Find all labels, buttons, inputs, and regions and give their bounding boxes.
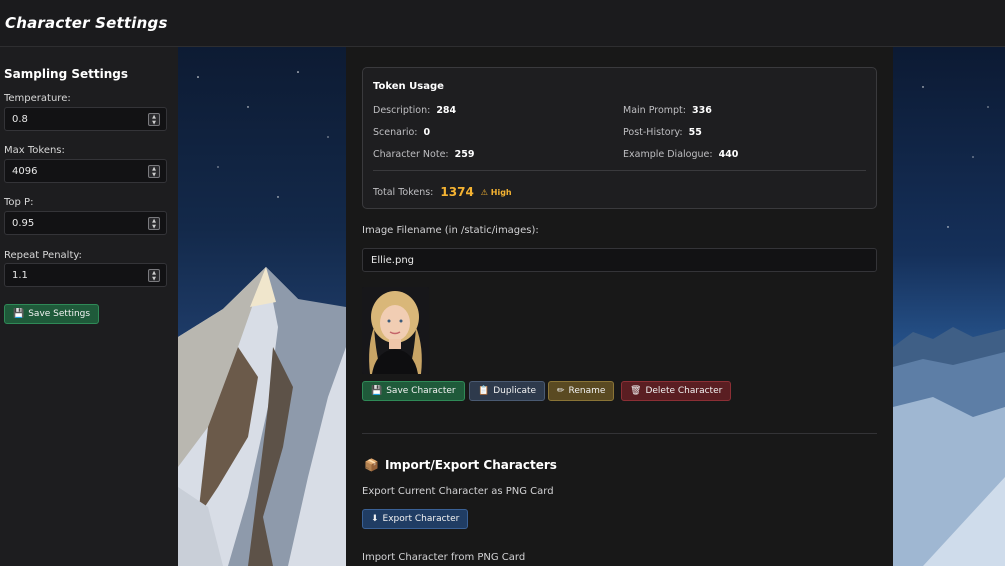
image-filename-input[interactable]: Ellie.png <box>362 248 877 272</box>
export-character-button[interactable]: ⬇ Export Character <box>362 509 469 529</box>
duplicate-button[interactable]: 📋 Duplicate <box>469 381 546 401</box>
floppy-disk-icon: 💾 <box>13 308 25 319</box>
max-tokens-value: 4096 <box>12 166 38 177</box>
token-scenario-label: Scenario: <box>373 127 418 138</box>
image-filename-label: Image Filename (in /static/images): <box>362 225 539 236</box>
warning-icon: ⚠ <box>480 187 488 197</box>
token-scenario-value: 0 <box>423 127 431 138</box>
token-character-note-label: Character Note: <box>373 149 449 160</box>
rename-label: Rename <box>568 386 606 396</box>
character-editor-panel: Token Usage Description: 284 Scenario: 0 C… <box>346 47 893 566</box>
token-character-note: Character Note: 259 <box>373 149 474 160</box>
character-avatar <box>362 287 429 374</box>
token-warning-badge: ⚠ High <box>481 188 512 197</box>
sampling-settings-heading: Sampling Settings <box>4 67 129 81</box>
token-usage-title: Token Usage <box>373 81 444 92</box>
token-main-prompt-label: Main Prompt: <box>623 105 686 116</box>
character-portrait <box>362 287 429 374</box>
rename-button[interactable]: ✏ Rename <box>548 381 615 401</box>
sidebar: Sampling Settings Temperature: 0.8 ▲ ▼ Ma… <box>0 47 178 566</box>
pencil-icon: ✏ <box>557 385 565 396</box>
top-p-value: 0.95 <box>12 218 35 229</box>
mountain-illustration <box>178 71 346 566</box>
token-example-dialogue-value: 440 <box>718 149 739 160</box>
token-usage-card: Token Usage Description: 284 Scenario: 0 C… <box>362 67 877 209</box>
save-character-button[interactable]: 💾 Save Character <box>362 381 465 401</box>
token-description-label: Description: <box>373 105 431 116</box>
repeat-penalty-input[interactable]: 1.1 ▲ ▼ <box>4 263 167 287</box>
token-divider <box>373 170 866 171</box>
temperature-label: Temperature: <box>4 93 71 104</box>
max-tokens-input[interactable]: 4096 ▲ ▼ <box>4 159 167 183</box>
token-description: Description: 284 <box>373 105 456 116</box>
max-tokens-label: Max Tokens: <box>4 145 65 156</box>
repeat-penalty-spinner[interactable]: ▲ ▼ <box>148 269 160 282</box>
download-arrow-icon: ⬇ <box>371 513 379 524</box>
delete-character-button[interactable]: 🗑 Delete Character <box>621 381 732 401</box>
background-mountain-right <box>893 47 1005 566</box>
export-label: Export Current Character as PNG Card <box>362 486 554 497</box>
clipboard-icon: 📋 <box>478 385 490 396</box>
token-description-value: 284 <box>436 105 457 116</box>
token-character-note-value: 259 <box>454 149 475 160</box>
background-mountain-left <box>178 47 346 566</box>
import-label: Import Character from PNG Card <box>362 552 526 563</box>
repeat-penalty-value: 1.1 <box>12 270 28 281</box>
token-warning-text: High <box>490 187 512 197</box>
mountain-range-illustration <box>893 86 1005 566</box>
app-header: Character Settings <box>0 0 1005 47</box>
import-export-heading: 📦 Import/Export Characters <box>364 458 557 472</box>
token-post-history: Post-History: 55 <box>623 127 702 138</box>
token-main-prompt: Main Prompt: 336 <box>623 105 712 116</box>
token-example-dialogue-label: Example Dialogue: <box>623 149 713 160</box>
trash-icon: 🗑 <box>630 385 642 396</box>
import-export-title: Import/Export Characters <box>384 458 557 472</box>
save-character-label: Save Character <box>386 386 456 396</box>
save-settings-label: Save Settings <box>28 309 91 319</box>
top-p-spinner[interactable]: ▲ ▼ <box>148 217 160 230</box>
image-filename-value: Ellie.png <box>371 255 415 266</box>
export-character-label: Export Character <box>382 514 460 524</box>
temperature-spinner[interactable]: ▲ ▼ <box>148 113 160 126</box>
repeat-penalty-label: Repeat Penalty: <box>4 250 82 261</box>
save-settings-button[interactable]: 💾 Save Settings <box>4 304 100 324</box>
duplicate-label: Duplicate <box>493 386 537 396</box>
token-example-dialogue: Example Dialogue: 440 <box>623 149 738 160</box>
token-post-history-label: Post-History: <box>623 127 683 138</box>
floppy-disk-icon: 💾 <box>371 385 383 396</box>
top-p-label: Top P: <box>4 197 34 208</box>
delete-character-label: Delete Character <box>645 386 723 396</box>
token-main-prompt-value: 336 <box>691 105 712 116</box>
temperature-value: 0.8 <box>12 114 28 125</box>
max-tokens-spinner[interactable]: ▲ ▼ <box>148 165 160 178</box>
package-icon: 📦 <box>364 458 379 472</box>
section-divider <box>362 433 877 434</box>
top-p-input[interactable]: 0.95 ▲ ▼ <box>4 211 167 235</box>
token-total-label: Total Tokens: <box>373 186 434 198</box>
page-title: Character Settings <box>5 14 168 32</box>
token-post-history-value: 55 <box>688 127 702 138</box>
temperature-input[interactable]: 0.8 ▲ ▼ <box>4 107 167 131</box>
token-total-value: 1374 <box>440 185 474 199</box>
token-scenario: Scenario: 0 <box>373 127 430 138</box>
token-total: Total Tokens: 1374 ⚠ High <box>373 185 512 199</box>
